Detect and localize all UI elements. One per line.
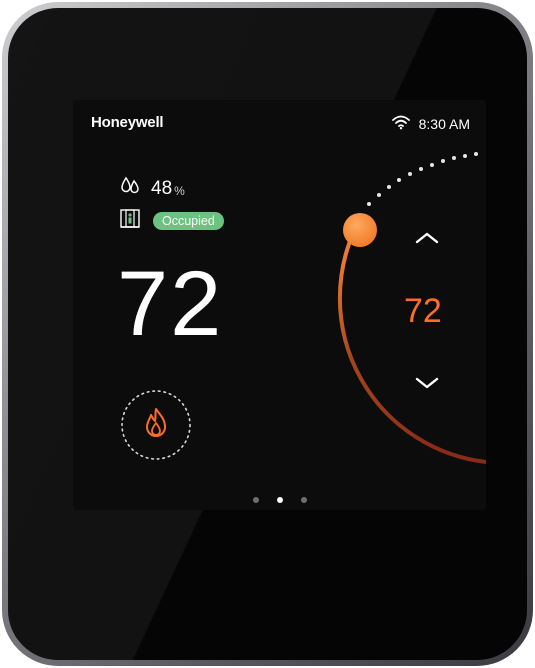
- page-dot-3[interactable]: [301, 497, 307, 503]
- increase-setpoint-button[interactable]: [412, 228, 442, 248]
- thermostat-device: Honeywell 8:30 AM 48 % Occupied 72 72: [2, 2, 533, 666]
- chevron-up-icon: [415, 232, 439, 244]
- dial-knob[interactable]: [343, 213, 377, 247]
- page-dot-1[interactable]: [253, 497, 259, 503]
- page-dot-2-active[interactable]: [277, 497, 283, 503]
- setpoint-temperature: 72: [404, 292, 442, 330]
- thermostat-bezel: Honeywell 8:30 AM 48 % Occupied 72 72: [8, 8, 527, 660]
- decrease-setpoint-button[interactable]: [412, 373, 442, 393]
- thermostat-screen: Honeywell 8:30 AM 48 % Occupied 72 72: [73, 100, 486, 510]
- dial-tick-dots: [367, 152, 478, 206]
- page-indicator: [253, 497, 307, 503]
- chevron-down-icon: [415, 377, 439, 389]
